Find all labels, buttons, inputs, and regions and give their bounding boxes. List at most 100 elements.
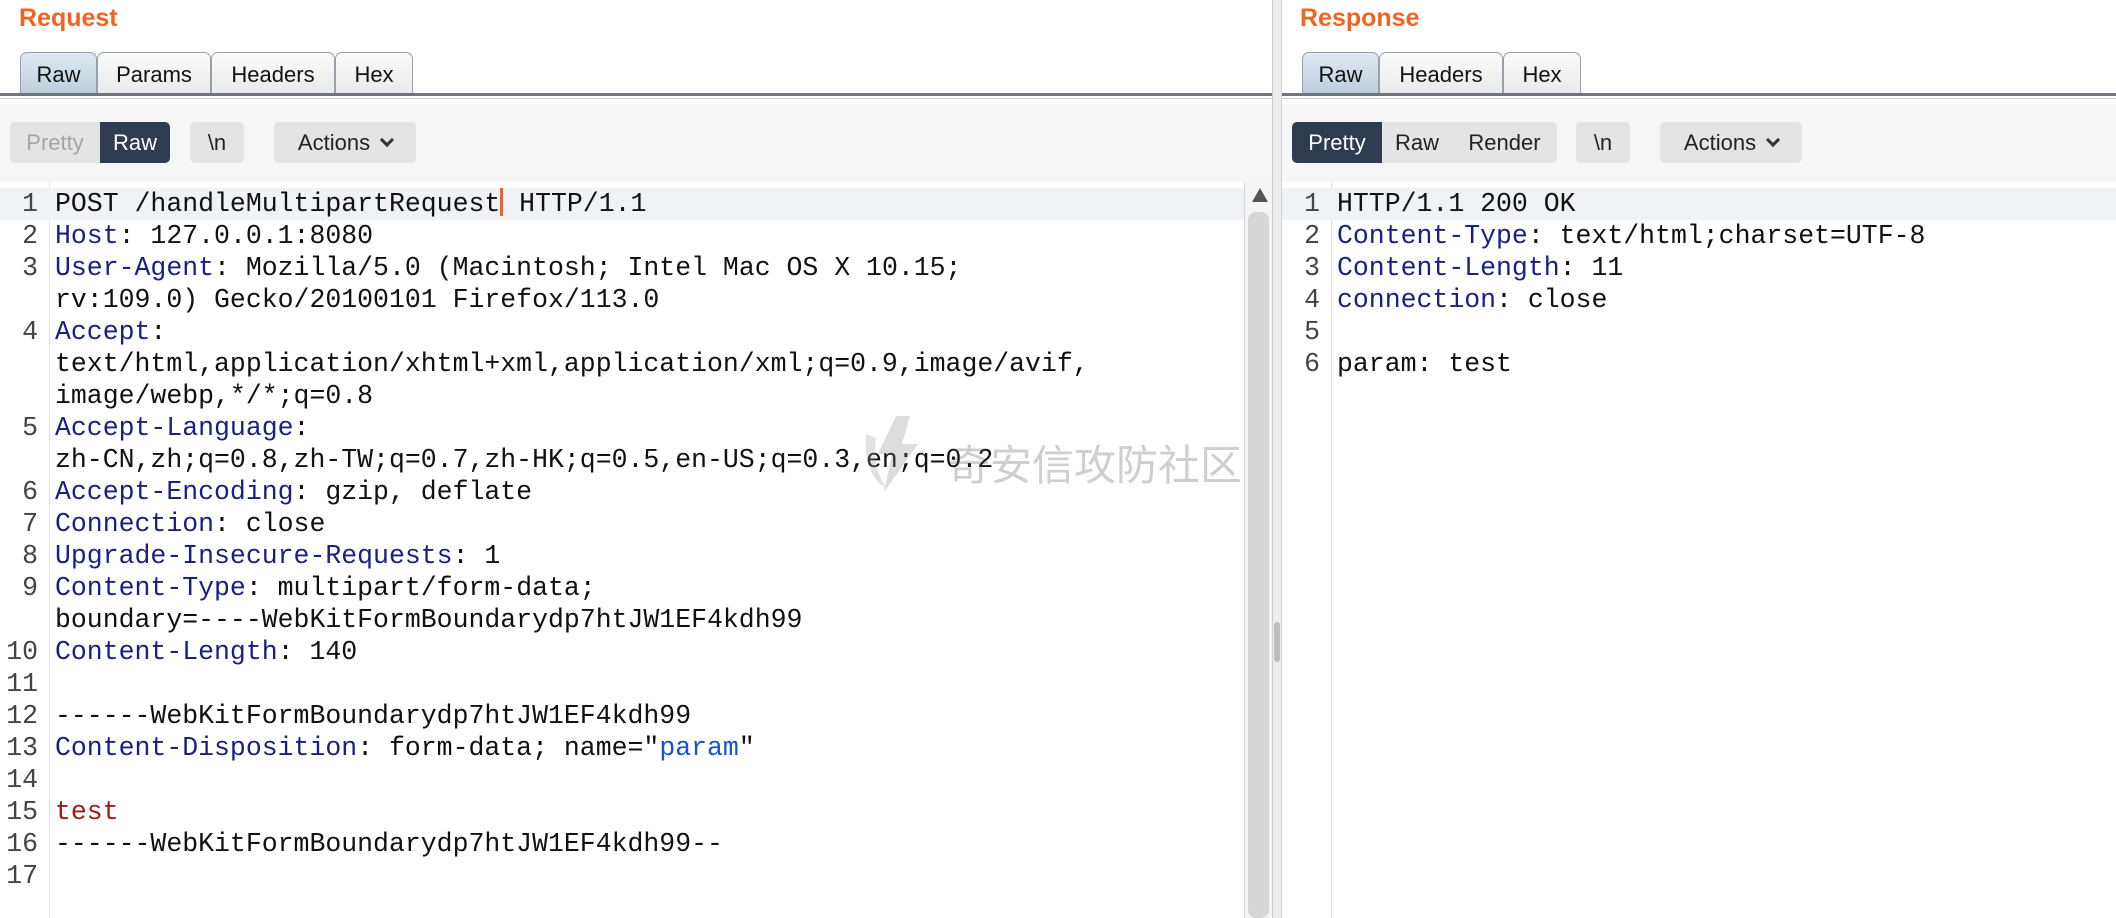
line-number: 16 (6, 829, 38, 859)
line-text: connection: close (1337, 284, 1607, 316)
header-value: : 11 (1559, 253, 1624, 283)
header-value: : (150, 317, 167, 347)
code-line: 3 User-Agent: Mozilla/5.0 (Macintosh; Int… (0, 252, 1272, 284)
request-title: Request (19, 4, 118, 32)
request-line-path: POST /handleMultipartRequest (55, 189, 501, 219)
line-content: rv:109.0) Gecko/20100101 Firefox/113.0 (55, 285, 660, 315)
line-text: Content-Type: multipart/form-data; (55, 572, 596, 604)
line-number: 2 (22, 221, 38, 251)
line-text: rv:109.0) Gecko/20100101 Firefox/113.0 (55, 284, 659, 316)
request-tab-raw[interactable]: Raw (20, 52, 97, 96)
request-tabbar: Raw Params Headers Hex (0, 50, 1272, 99)
header-name: Content-Length (1337, 253, 1560, 283)
line-text: Content-Length: 11 (1337, 252, 1623, 284)
line-text: Host: 127.0.0.1:8080 (55, 220, 373, 252)
code-line: 4 Accept: (0, 316, 1272, 348)
code-line: image/webp,*/*;q=0.8 (0, 380, 1272, 412)
request-line-protocol: HTTP/1.1 (503, 189, 647, 219)
header-value: : close (1496, 285, 1608, 315)
code-line: 2 Content-Type: text/html;charset=UTF-8 (1282, 220, 2116, 252)
response-toolbar: Pretty Raw Render \n Actions (1282, 104, 2116, 182)
header-name: Content-Disposition (55, 733, 358, 763)
code-line: 15 test (0, 796, 1272, 828)
line-content: ------WebKitFormBoundarydp7htJW1EF4kdh99 (55, 701, 692, 731)
body-value: test (55, 797, 119, 827)
line-content: boundary=----WebKitFormBoundarydp7htJW1E… (55, 605, 803, 635)
request-code: 1 POST /handleMultipartRequest HTTP/1.1 2 H… (0, 188, 1272, 892)
code-line: 5 Accept-Language: (0, 412, 1272, 444)
response-newline-button[interactable]: \n (1576, 122, 1630, 163)
line-text: Content-Disposition: form-data; name="pa… (55, 732, 755, 764)
request-editor[interactable]: 1 POST /handleMultipartRequest HTTP/1.1 2 H… (0, 182, 1272, 918)
header-name: Host (55, 221, 119, 251)
header-value: : text/html;charset=UTF-8 (1527, 221, 1926, 251)
header-name: Upgrade-Insecure-Requests (55, 541, 453, 571)
header-value: : multipart/form-data; (245, 573, 596, 603)
request-pretty-button[interactable]: Pretty (10, 122, 100, 163)
line-text: POST /handleMultipartRequest HTTP/1.1 (55, 188, 646, 220)
line-content: text/html,application/xhtml+xml,applicat… (55, 349, 1089, 379)
line-text: test (55, 796, 119, 828)
response-raw-button[interactable]: Raw (1382, 122, 1452, 163)
line-number: 3 (1304, 253, 1320, 283)
quote-close: " (738, 733, 755, 763)
splitter-grip-icon[interactable] (1274, 622, 1280, 662)
line-number: 5 (1304, 317, 1320, 347)
header-name: Content-Type (55, 573, 246, 603)
request-vertical-scrollbar[interactable] (1244, 182, 1272, 918)
param-name-value: param (659, 733, 739, 763)
request-tab-params[interactable]: Params (97, 52, 211, 96)
response-code: 1 HTTP/1.1 200 OK 2 Content-Type: text/html… (1282, 188, 2116, 380)
line-number: 12 (6, 701, 38, 731)
line-number: 8 (22, 541, 38, 571)
response-tabbar: Raw Headers Hex (1282, 50, 2116, 99)
request-view-toggle: Pretty Raw (10, 122, 170, 163)
line-number: 6 (22, 477, 38, 507)
line-number: 3 (22, 253, 38, 283)
line-text: ------WebKitFormBoundarydp7htJW1EF4kdh99… (55, 828, 723, 860)
line-number: 4 (22, 317, 38, 347)
line-number: 2 (1304, 221, 1320, 251)
code-line: rv:109.0) Gecko/20100101 Firefox/113.0 (0, 284, 1272, 316)
code-line: 11 (0, 668, 1272, 700)
line-text: Content-Length: 140 (55, 636, 357, 668)
request-actions-button[interactable]: Actions (274, 122, 416, 163)
request-newline-button[interactable]: \n (190, 122, 244, 163)
header-name: Content-Type (1337, 221, 1528, 251)
line-content: zh-CN,zh;q=0.8,zh-TW;q=0.7,zh-HK;q=0.5,e… (55, 445, 994, 475)
pane-splitter[interactable] (1272, 0, 1282, 918)
response-actions-button[interactable]: Actions (1660, 122, 1802, 163)
line-content: param: test (1337, 349, 1512, 379)
response-tab-headers[interactable]: Headers (1379, 52, 1503, 96)
code-line: 16 ------WebKitFormBoundarydp7htJW1EF4kdh… (0, 828, 1272, 860)
line-number: 13 (6, 733, 38, 763)
response-title: Response (1300, 4, 1420, 32)
line-number: 10 (6, 637, 38, 667)
response-pretty-button[interactable]: Pretty (1292, 122, 1382, 163)
response-editor[interactable]: 1 HTTP/1.1 200 OK 2 Content-Type: text/html… (1282, 182, 2116, 918)
line-content: image/webp,*/*;q=0.8 (55, 381, 374, 411)
tabbar-divider (1282, 93, 2116, 96)
code-line: 14 (0, 764, 1272, 796)
header-value: : 127.0.0.1:8080 (118, 221, 374, 251)
request-actions-label: Actions (297, 129, 371, 155)
line-number: 9 (22, 573, 38, 603)
code-line: 17 (0, 860, 1272, 892)
scrollbar-thumb[interactable] (1248, 212, 1269, 918)
line-content: ------WebKitFormBoundarydp7htJW1EF4kdh99… (55, 829, 723, 859)
line-number: 15 (6, 797, 38, 827)
response-tab-hex[interactable]: Hex (1503, 52, 1581, 96)
line-number: 11 (6, 669, 38, 699)
response-tab-raw[interactable]: Raw (1302, 52, 1379, 96)
header-name: Content-Length (55, 637, 278, 667)
line-text: Accept: (55, 316, 166, 348)
code-line: 3 Content-Length: 11 (1282, 252, 2116, 284)
line-text: zh-CN,zh;q=0.8,zh-TW;q=0.7,zh-HK;q=0.5,e… (55, 444, 993, 476)
code-line: 8 Upgrade-Insecure-Requests: 1 (0, 540, 1272, 572)
header-name: connection (1337, 285, 1497, 315)
request-raw-button[interactable]: Raw (100, 122, 170, 163)
response-render-button[interactable]: Render (1452, 122, 1557, 163)
request-tab-headers[interactable]: Headers (211, 52, 335, 96)
request-tab-hex[interactable]: Hex (335, 52, 413, 96)
scroll-up-arrow-icon[interactable] (1252, 188, 1268, 202)
